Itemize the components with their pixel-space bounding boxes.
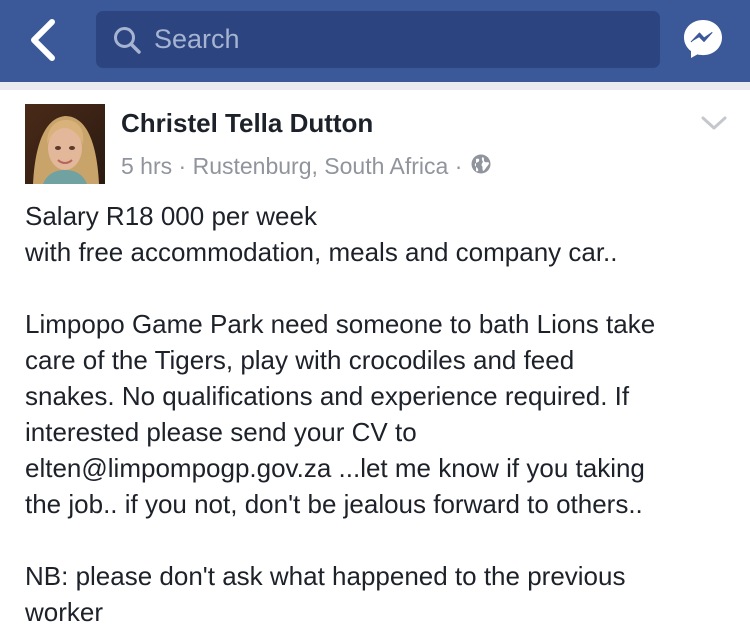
post-time[interactable]: 5 hrs [121,153,172,179]
post-body: Salary R18 000 per week with free accomm… [25,198,737,630]
search-icon [114,27,141,54]
back-button[interactable] [22,16,66,64]
messenger-icon [684,20,722,58]
post-paragraph: NB: please don't ask what happened to th… [25,561,626,627]
post-paragraph: Limpopo Game Park need someone to bath L… [25,309,656,519]
search-placeholder: Search [154,24,240,54]
post-location[interactable]: Rustenburg, South Africa [193,153,449,179]
post-author-name[interactable]: Christel Tella Dutton [121,107,373,139]
globe-icon [471,154,491,174]
meta-separator: · [454,152,463,179]
post-meta: 5 hrs · Rustenburg, South Africa · [121,149,491,181]
search-input[interactable]: Search [96,11,660,68]
messenger-button[interactable] [681,17,725,61]
post-options-button[interactable] [700,114,728,132]
avatar[interactable] [25,104,105,184]
top-navigation-bar: Search [0,0,750,82]
meta-separator: · [178,152,187,179]
profile-photo [25,104,105,184]
chevron-left-icon [31,19,55,61]
chevron-down-icon [701,116,727,130]
feed-divider [0,82,750,90]
post-paragraph: Salary R18 000 per week with free accomm… [25,201,618,267]
